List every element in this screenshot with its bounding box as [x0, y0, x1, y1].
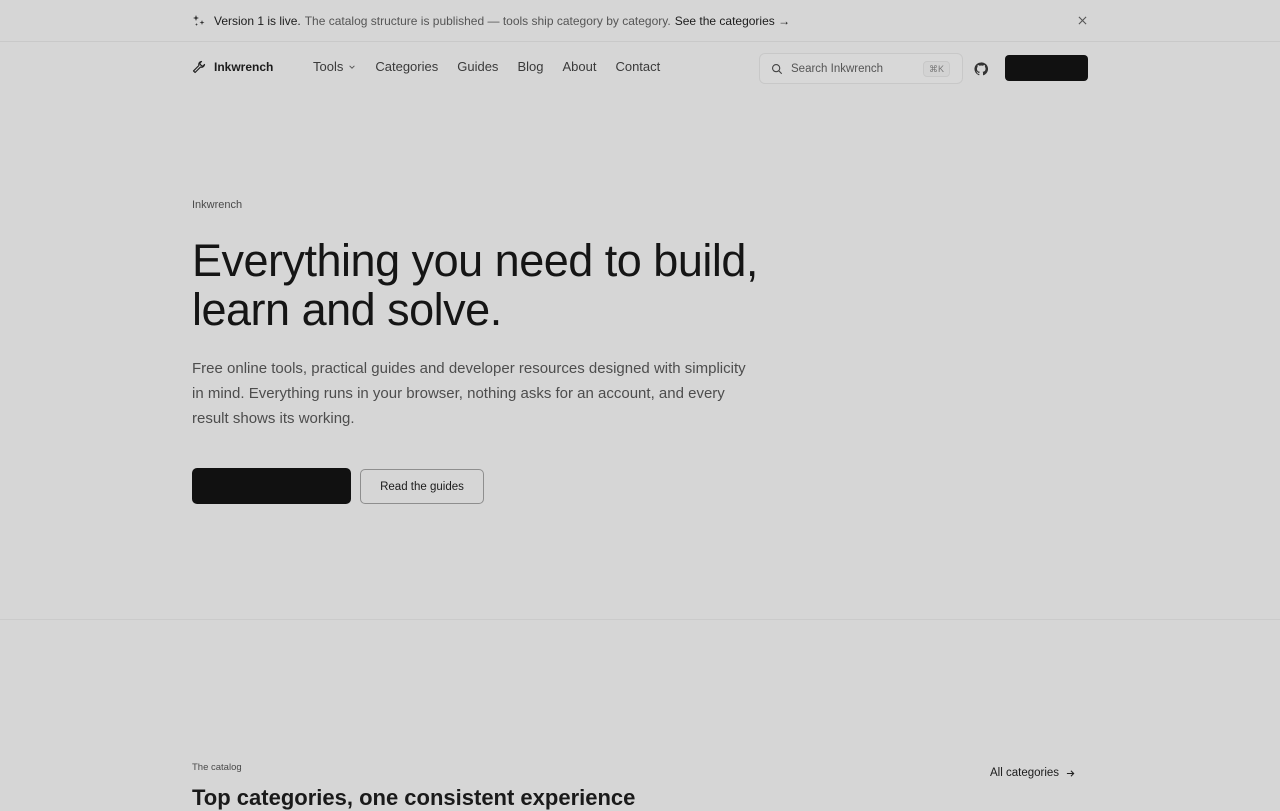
catalog-eyebrow: The catalog [192, 762, 242, 773]
hero-headline: Everything you need to build, learn and … [192, 235, 758, 335]
search-placeholder: Search Inkwrench [791, 62, 884, 75]
nav-item-guides[interactable]: Guides [457, 59, 498, 74]
nav-links: Tools Categories Guides Blog About Conta… [313, 59, 660, 74]
sparkle-icon [192, 14, 206, 28]
brand-name: Inkwrench [214, 60, 274, 74]
nav-item-label: Guides [457, 59, 499, 74]
hero-lead: Free online tools, practical guides and … [192, 360, 746, 427]
nav-item-label: About [562, 59, 597, 74]
catalog-title: Top categories, one consistent experienc… [192, 785, 636, 810]
search-input[interactable]: Search Inkwrench ⌘K [759, 53, 963, 84]
close-icon[interactable] [1075, 13, 1089, 27]
hero-eyebrow: Inkwrench [192, 199, 243, 211]
read-guides-label: Read the guides [380, 480, 464, 493]
nav-item-about[interactable]: About [562, 59, 596, 74]
arrow-right-icon [1066, 769, 1075, 777]
announcement-link[interactable]: See the categories → [675, 14, 790, 28]
search-shortcut: ⌘K [922, 61, 950, 77]
nav-item-contact[interactable]: Contact [615, 59, 660, 74]
top-nav: Inkwrench Tools Categories Guides Blog A… [0, 42, 1280, 94]
search-icon [771, 63, 783, 74]
nav-item-label: Blog [517, 59, 544, 74]
chevron-down-icon [349, 64, 356, 69]
section-divider [0, 619, 1280, 620]
nav-item-tools[interactable]: Tools [313, 59, 356, 74]
announcement-text: The catalog structure is published — too… [304, 14, 671, 28]
announcement-strong: Version 1 is live. [214, 14, 301, 28]
nav-item-categories[interactable]: Categories [375, 59, 438, 74]
wrench-icon [192, 60, 206, 74]
announcement-bar: Version 1 is live. The catalog structure … [0, 0, 1280, 42]
nav-item-label: Tools [313, 59, 344, 74]
nav-item-blog[interactable]: Blog [517, 59, 543, 74]
nav-item-label: Contact [615, 59, 661, 74]
nav-item-label: Categories [375, 59, 439, 74]
brand-logo[interactable]: Inkwrench [192, 60, 273, 74]
read-guides-button[interactable]: Read the guides [360, 469, 484, 504]
nav-cta-button[interactable] [1005, 55, 1088, 81]
github-icon[interactable] [974, 62, 989, 76]
primary-cta-button[interactable] [192, 468, 351, 504]
all-categories-link[interactable]: All categories [990, 767, 1075, 779]
all-categories-label: All categories [990, 767, 1060, 779]
